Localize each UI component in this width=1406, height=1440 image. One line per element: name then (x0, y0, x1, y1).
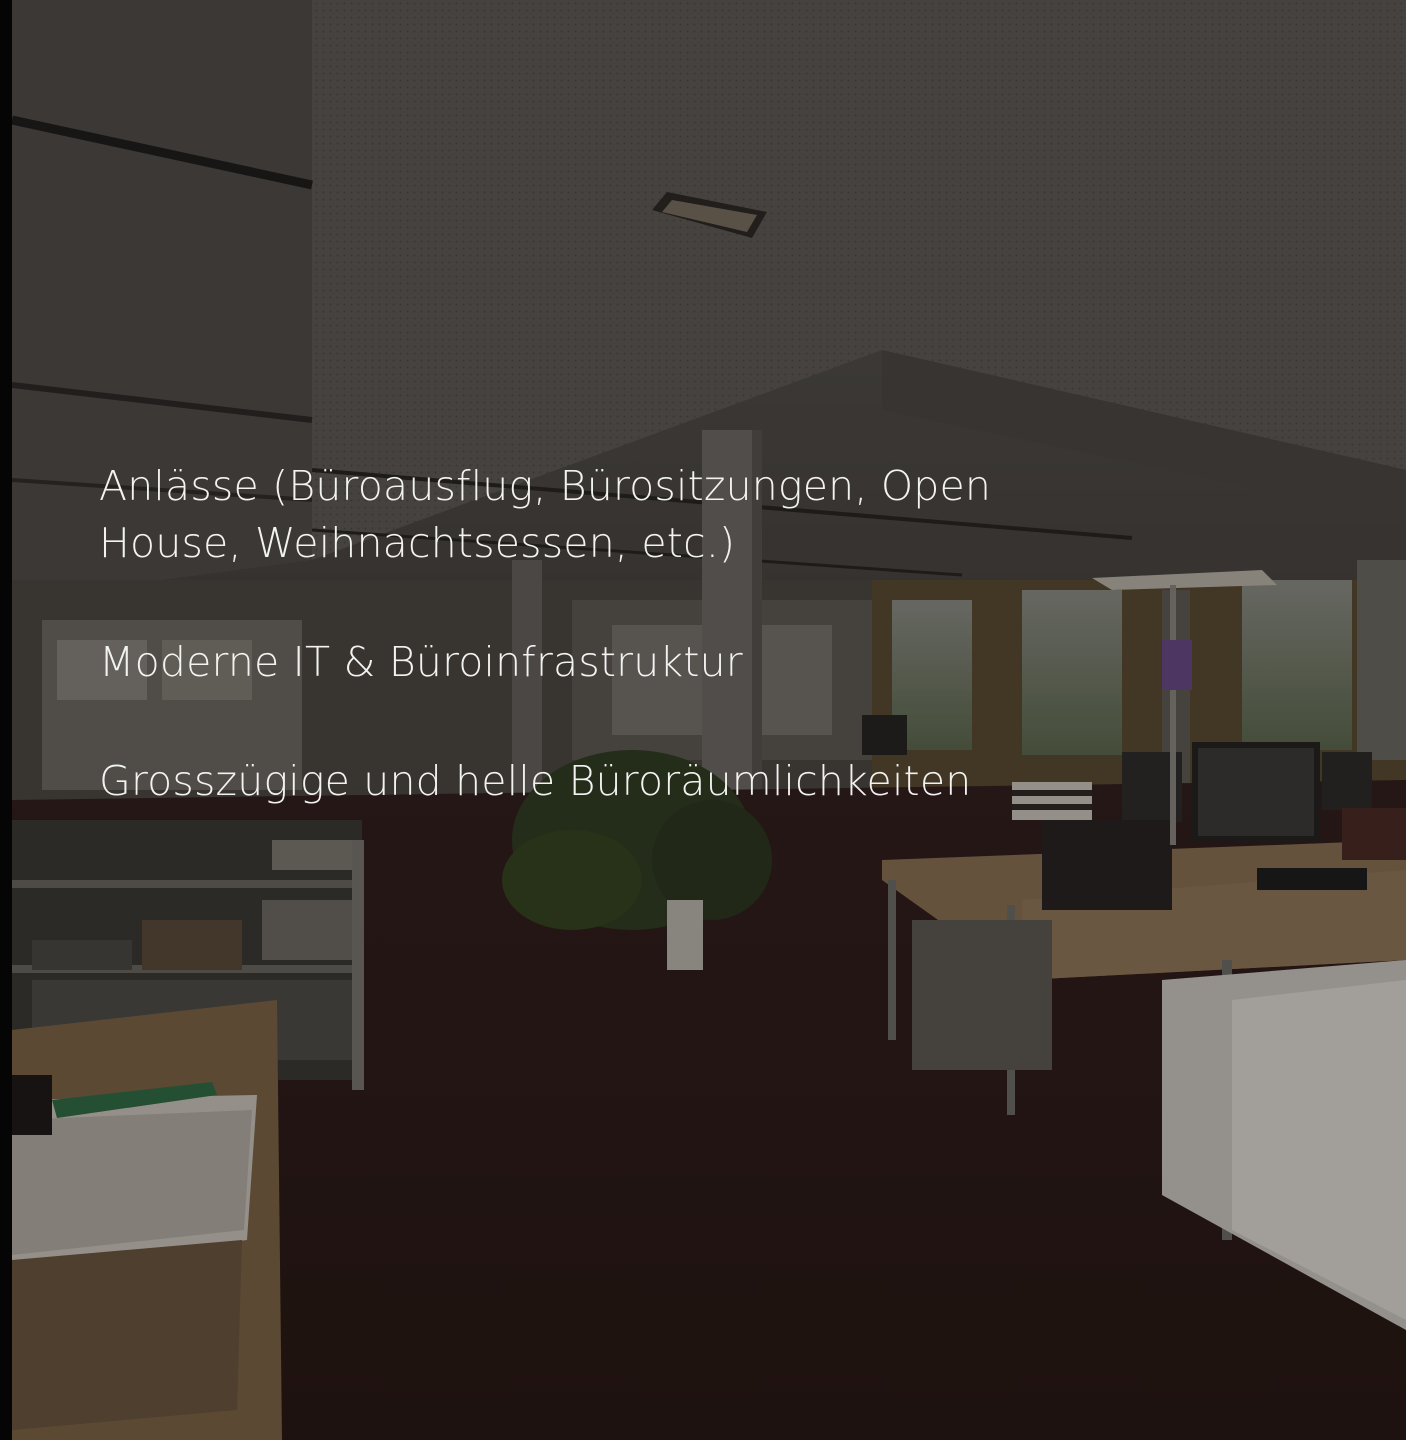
feature-office-spaces: Grosszügige und helle Büroräumlichkeiten (99, 757, 972, 805)
feature-it-infrastructure: Moderne IT & Büroinfrastruktur (99, 638, 743, 686)
feature-events: Anlässe (Büroausflug, Bürositzungen, Ope… (99, 462, 992, 567)
page: Anlässe (Büroausflug, Bürositzungen, Ope… (0, 0, 1406, 1440)
left-edge-strip (0, 0, 12, 1440)
feature-list: Anlässe (Büroausflug, Bürositzungen, Ope… (99, 458, 999, 872)
